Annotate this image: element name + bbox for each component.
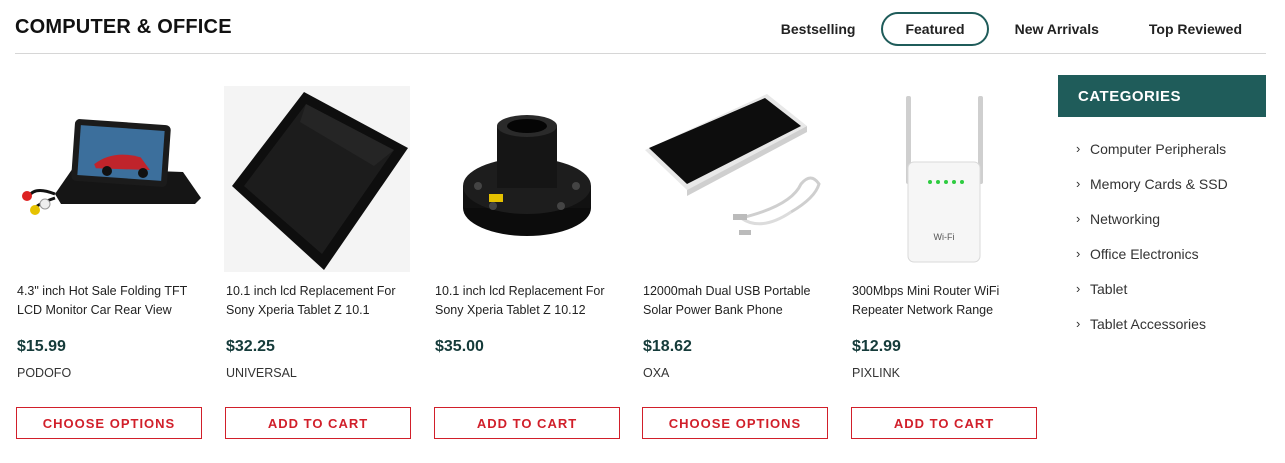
- lcd-panel-icon: [224, 86, 410, 272]
- categories-title: CATEGORIES: [1058, 75, 1266, 117]
- category-label: Tablet: [1090, 280, 1128, 297]
- product-card: 10.1 inch lcd Replacement For Sony Xperi…: [224, 86, 412, 440]
- category-label: Office Electronics: [1090, 245, 1199, 262]
- product-brand: UNIVERSAL: [226, 366, 297, 380]
- product-card: 4.3" inch Hot Sale Folding TFT LCD Monit…: [15, 86, 203, 440]
- tab-featured[interactable]: Featured: [881, 12, 989, 46]
- product-image[interactable]: [224, 86, 412, 272]
- chevron-right-icon: ›: [1076, 246, 1081, 261]
- product-name[interactable]: 12000mah Dual USB Portable Solar Power B…: [643, 282, 829, 320]
- product-brand: OXA: [643, 366, 670, 380]
- category-label: Tablet Accessories: [1090, 315, 1206, 332]
- section-title: COMPUTER & OFFICE: [15, 16, 232, 38]
- product-card: 10.1 inch lcd Replacement For Sony Xperi…: [433, 86, 621, 440]
- category-label: Computer Peripherals: [1090, 140, 1227, 157]
- category-tablet[interactable]: › Tablet: [1058, 271, 1266, 306]
- product-image[interactable]: Wi-Fi: [850, 86, 1038, 272]
- categories-list: › Computer Peripherals › Memory Cards & …: [1058, 117, 1266, 341]
- product-image[interactable]: [15, 86, 203, 272]
- product-price: $12.99: [852, 338, 901, 355]
- product-price: $32.25: [226, 338, 275, 355]
- product-name[interactable]: 10.1 inch lcd Replacement For Sony Xperi…: [435, 282, 621, 320]
- product-price: $35.00: [435, 338, 484, 355]
- chevron-right-icon: ›: [1076, 211, 1081, 226]
- product-name[interactable]: 300Mbps Mini Router WiFi Repeater Networ…: [852, 282, 1038, 320]
- product-image[interactable]: [433, 86, 621, 272]
- solar-power-bank-icon: [645, 94, 821, 235]
- choose-options-button[interactable]: CHOOSE OPTIONS: [642, 407, 828, 439]
- wifi-repeater-icon: Wi-Fi: [906, 96, 983, 263]
- product-price: $15.99: [17, 338, 66, 355]
- section-header: COMPUTER & OFFICE Bestselling Featured N…: [15, 0, 1266, 54]
- category-label: Memory Cards & SSD: [1090, 175, 1228, 192]
- chevron-right-icon: ›: [1076, 316, 1081, 331]
- tab-top-reviewed[interactable]: Top Reviewed: [1125, 12, 1266, 46]
- category-tablet-accessories[interactable]: › Tablet Accessories: [1058, 306, 1266, 341]
- category-office-electronics[interactable]: › Office Electronics: [1058, 236, 1266, 271]
- tab-new-arrivals[interactable]: New Arrivals: [991, 12, 1123, 46]
- product-card: 12000mah Dual USB Portable Solar Power B…: [641, 86, 829, 440]
- tab-bestselling[interactable]: Bestselling: [757, 12, 880, 46]
- chevron-right-icon: ›: [1076, 176, 1081, 191]
- choose-options-button[interactable]: CHOOSE OPTIONS: [16, 407, 202, 439]
- steering-hub-icon: [463, 115, 591, 236]
- category-memory-cards-ssd[interactable]: › Memory Cards & SSD: [1058, 166, 1266, 201]
- svg-text:Wi-Fi: Wi-Fi: [934, 232, 955, 242]
- product-name[interactable]: 10.1 inch lcd Replacement For Sony Xperi…: [226, 282, 412, 320]
- product-image[interactable]: [641, 86, 829, 272]
- category-networking[interactable]: › Networking: [1058, 201, 1266, 236]
- categories-sidebar: CATEGORIES › Computer Peripherals › Memo…: [1058, 75, 1266, 341]
- add-to-cart-button[interactable]: ADD TO CART: [225, 407, 411, 439]
- chevron-right-icon: ›: [1076, 281, 1081, 296]
- add-to-cart-button[interactable]: ADD TO CART: [434, 407, 620, 439]
- product-brand: PIXLINK: [852, 366, 900, 380]
- category-computer-peripherals[interactable]: › Computer Peripherals: [1058, 131, 1266, 166]
- product-name[interactable]: 4.3" inch Hot Sale Folding TFT LCD Monit…: [17, 282, 203, 320]
- chevron-right-icon: ›: [1076, 141, 1081, 156]
- product-brand: PODOFO: [17, 366, 72, 380]
- category-label: Networking: [1090, 210, 1161, 227]
- product-tabs: Bestselling Featured New Arrivals Top Re…: [755, 12, 1266, 46]
- add-to-cart-button[interactable]: ADD TO CART: [851, 407, 1037, 439]
- product-card: Wi-Fi 300Mbps Mini Router WiFi Repeater …: [850, 86, 1038, 440]
- product-price: $18.62: [643, 338, 692, 355]
- car-monitor-icon: [22, 119, 201, 215]
- product-grid: 4.3" inch Hot Sale Folding TFT LCD Monit…: [15, 86, 1040, 446]
